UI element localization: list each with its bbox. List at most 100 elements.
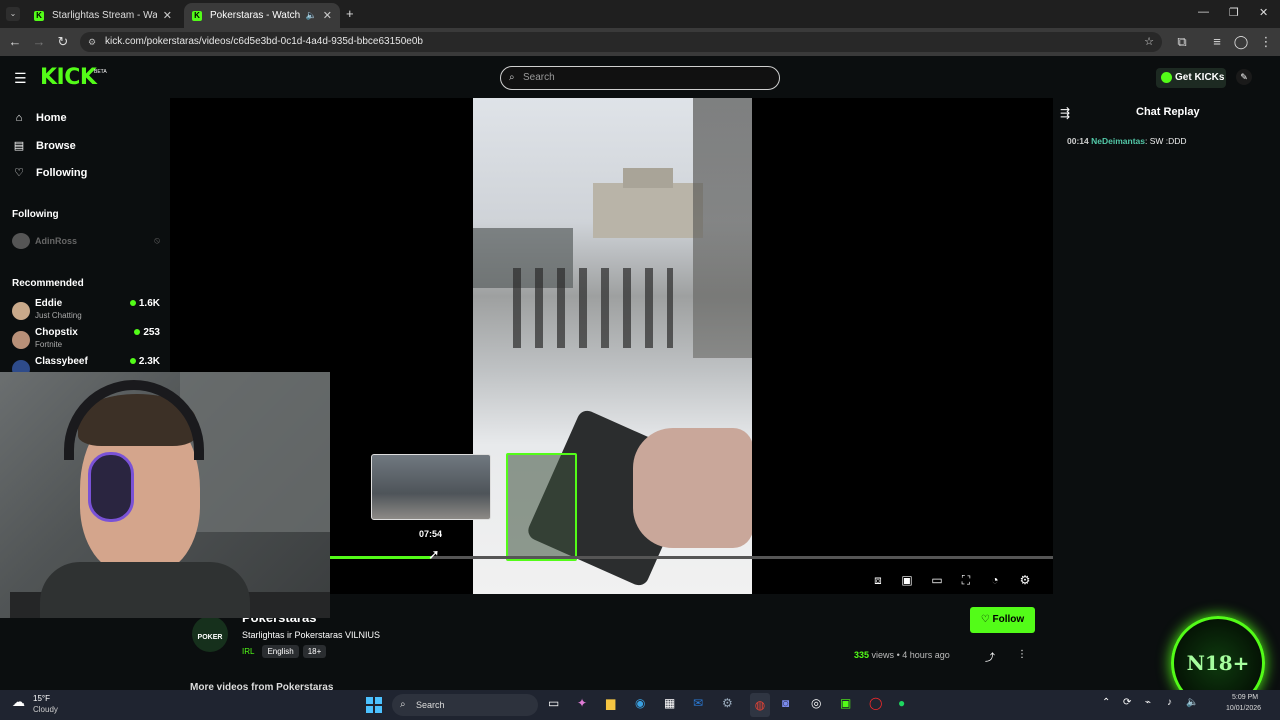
video-age: 4 hours ago bbox=[902, 650, 950, 660]
sidebar-item-home[interactable]: ⌂ Home bbox=[12, 112, 67, 124]
tray-mic-icon[interactable]: ♪ bbox=[1167, 697, 1172, 708]
taskbar-search[interactable]: ⌕ Search bbox=[392, 694, 538, 716]
clip-icon[interactable]: ▣ bbox=[900, 573, 914, 587]
start-tile bbox=[366, 706, 373, 713]
theater-mode-icon[interactable]: ▭ bbox=[930, 573, 944, 587]
scrub-preview-thumbnail bbox=[371, 454, 491, 520]
sidebar-item-following[interactable]: ♡ Following bbox=[12, 166, 88, 180]
close-window-icon[interactable]: ✕ bbox=[1259, 6, 1268, 19]
store-icon[interactable]: ▦ bbox=[664, 696, 675, 710]
video-stats: 335 views • 4 hours ago bbox=[854, 650, 950, 660]
new-tab-icon[interactable]: + bbox=[346, 6, 354, 21]
reload-icon[interactable]: ↻ bbox=[55, 34, 71, 50]
chrome-icon[interactable]: ◍ bbox=[750, 693, 770, 717]
channel-name: AdinRoss bbox=[35, 236, 78, 246]
tray-volume-icon[interactable]: 🔈 bbox=[1186, 697, 1198, 708]
chat-username[interactable]: NeDeimantas bbox=[1091, 136, 1145, 146]
recommended-heading: Recommended bbox=[12, 278, 84, 289]
address-bar[interactable]: ⚙ kick.com/pokerstaras/videos/c6d5e3bd-0… bbox=[80, 32, 1162, 52]
collapse-chat-icon[interactable]: ⇶ bbox=[1060, 106, 1070, 120]
opera-icon[interactable]: ◯ bbox=[869, 696, 882, 710]
tray-sync-icon[interactable]: ⟳ bbox=[1123, 697, 1131, 708]
avatar bbox=[12, 302, 30, 320]
chat-timestamp: 00:14 bbox=[1067, 136, 1089, 146]
restore-icon[interactable]: ❐ bbox=[1229, 6, 1239, 19]
start-tile bbox=[366, 697, 373, 704]
sidebar-item-label: Home bbox=[36, 112, 67, 124]
sidebar-item-label: Following bbox=[36, 166, 88, 179]
get-kicks-button[interactable]: Get KICKs bbox=[1156, 68, 1226, 88]
follow-button[interactable]: ♡ Follow bbox=[970, 607, 1035, 633]
kick-logo[interactable]: KICK bbox=[40, 67, 97, 89]
profile-icon[interactable]: ◯ bbox=[1233, 34, 1249, 50]
following-item-adinross[interactable]: AdinRoss ⦸ bbox=[12, 233, 160, 249]
avatar bbox=[12, 233, 30, 249]
playback-speed-icon[interactable]: ◔ bbox=[988, 573, 1002, 587]
clock-date[interactable]: 10/01/2026 bbox=[1226, 705, 1261, 712]
menu-kebab-icon[interactable]: ⋮ bbox=[1258, 34, 1274, 50]
heart-icon: ♡ bbox=[14, 167, 24, 179]
sidebar-item-browse[interactable]: ▤ Browse bbox=[12, 139, 76, 153]
search-input[interactable]: ⌕ Search bbox=[500, 66, 780, 90]
close-tab-icon[interactable]: ✕ bbox=[163, 9, 172, 22]
task-view-icon[interactable]: ▭ bbox=[548, 696, 559, 710]
extensions-icon[interactable]: ⧉ bbox=[1174, 34, 1190, 50]
kick-app-icon[interactable]: ▣ bbox=[840, 696, 851, 710]
speaker-icon[interactable]: 🔈 bbox=[306, 10, 317, 21]
user-avatar-icon[interactable]: ✎ bbox=[1236, 69, 1252, 85]
site-info-icon[interactable]: ⚙ bbox=[88, 32, 96, 52]
headset-earcup-shape bbox=[88, 452, 134, 522]
media-control-icon[interactable]: ≡ bbox=[1209, 34, 1225, 49]
copilot-icon[interactable]: ✦ bbox=[577, 696, 587, 710]
category-link[interactable]: IRL bbox=[242, 647, 254, 656]
viewer-count-value: 253 bbox=[143, 327, 160, 338]
tab-search-icon[interactable]: ⌄ bbox=[6, 7, 20, 21]
browser-toolbar: ← → ↻ ⚙ kick.com/pokerstaras/videos/c6d5… bbox=[0, 28, 1280, 56]
close-tab-icon[interactable]: ✕ bbox=[323, 9, 332, 22]
view-count: 335 bbox=[854, 650, 870, 660]
share-icon[interactable]: ⤴ bbox=[985, 649, 995, 664]
recommended-item-chopstix[interactable]: Chopstix Fortnite 253 bbox=[12, 327, 160, 353]
windows-start-icon[interactable] bbox=[366, 697, 382, 713]
chat-panel: ⇶ Chat Replay 00:14 NeDeimantas: SW :DDD bbox=[1053, 98, 1280, 698]
live-dot-icon bbox=[129, 358, 136, 364]
minimize-icon[interactable]: — bbox=[1198, 6, 1209, 18]
weather-cloud-icon[interactable]: ☁ bbox=[12, 694, 25, 710]
hamburger-menu-icon[interactable]: ☰ bbox=[14, 70, 27, 87]
shirt-shape bbox=[40, 562, 250, 618]
file-explorer-icon[interactable]: ▆ bbox=[606, 696, 615, 710]
tray-network-icon[interactable]: ⌁ bbox=[1145, 697, 1151, 708]
outlook-icon[interactable]: ✉ bbox=[693, 696, 703, 710]
forward-icon[interactable]: → bbox=[31, 34, 47, 49]
bookmark-star-icon[interactable]: ☆ bbox=[1144, 32, 1154, 52]
tag-pill[interactable]: 18+ bbox=[302, 645, 327, 658]
channel-avatar[interactable]: POKER bbox=[192, 616, 228, 652]
chat-message: 00:14 NeDeimantas: SW :DDD bbox=[1067, 136, 1187, 146]
tab-pokerstaras[interactable]: K Pokerstaras - Watch the VO 🔈 ✕ bbox=[184, 3, 340, 28]
recommended-item-eddie[interactable]: Eddie Just Chatting 1.6K bbox=[12, 298, 160, 324]
live-dot-icon bbox=[129, 300, 136, 306]
tab-starlightas[interactable]: K Starlightas Stream - Watch Live ✕ bbox=[26, 3, 180, 28]
tag-pill[interactable]: English bbox=[262, 645, 299, 658]
app-icon[interactable]: ◎ bbox=[811, 696, 821, 710]
fullscreen-icon[interactable]: ⛶ bbox=[959, 573, 973, 588]
green-highlight-box bbox=[506, 453, 577, 561]
discord-icon[interactable]: ◙ bbox=[782, 696, 789, 710]
search-icon: ⌕ bbox=[509, 72, 515, 83]
clock-time[interactable]: 5:09 PM bbox=[1232, 694, 1258, 701]
channel-name: Eddie bbox=[35, 298, 63, 309]
scrub-preview-time: 07:54 bbox=[419, 529, 443, 539]
viewer-count-value: 1.6K bbox=[138, 298, 160, 309]
tray-chevron-icon[interactable]: ⌃ bbox=[1102, 697, 1110, 708]
settings-gear-icon[interactable]: ⚙ bbox=[1018, 573, 1032, 587]
edge-icon[interactable]: ◉ bbox=[635, 696, 645, 710]
search-icon: ⌕ bbox=[400, 699, 406, 710]
tab-title: Starlightas Stream - Watch Live bbox=[52, 10, 157, 21]
more-options-icon[interactable]: ⋮ bbox=[1017, 649, 1027, 660]
spotify-icon[interactable]: ● bbox=[898, 696, 905, 710]
kicks-coin-icon bbox=[1161, 72, 1172, 83]
miniplayer-icon[interactable]: ⧈ bbox=[871, 573, 885, 588]
browse-icon: ▤ bbox=[13, 140, 25, 152]
back-icon[interactable]: ← bbox=[7, 34, 23, 49]
steam-icon[interactable]: ⚙ bbox=[722, 696, 733, 710]
